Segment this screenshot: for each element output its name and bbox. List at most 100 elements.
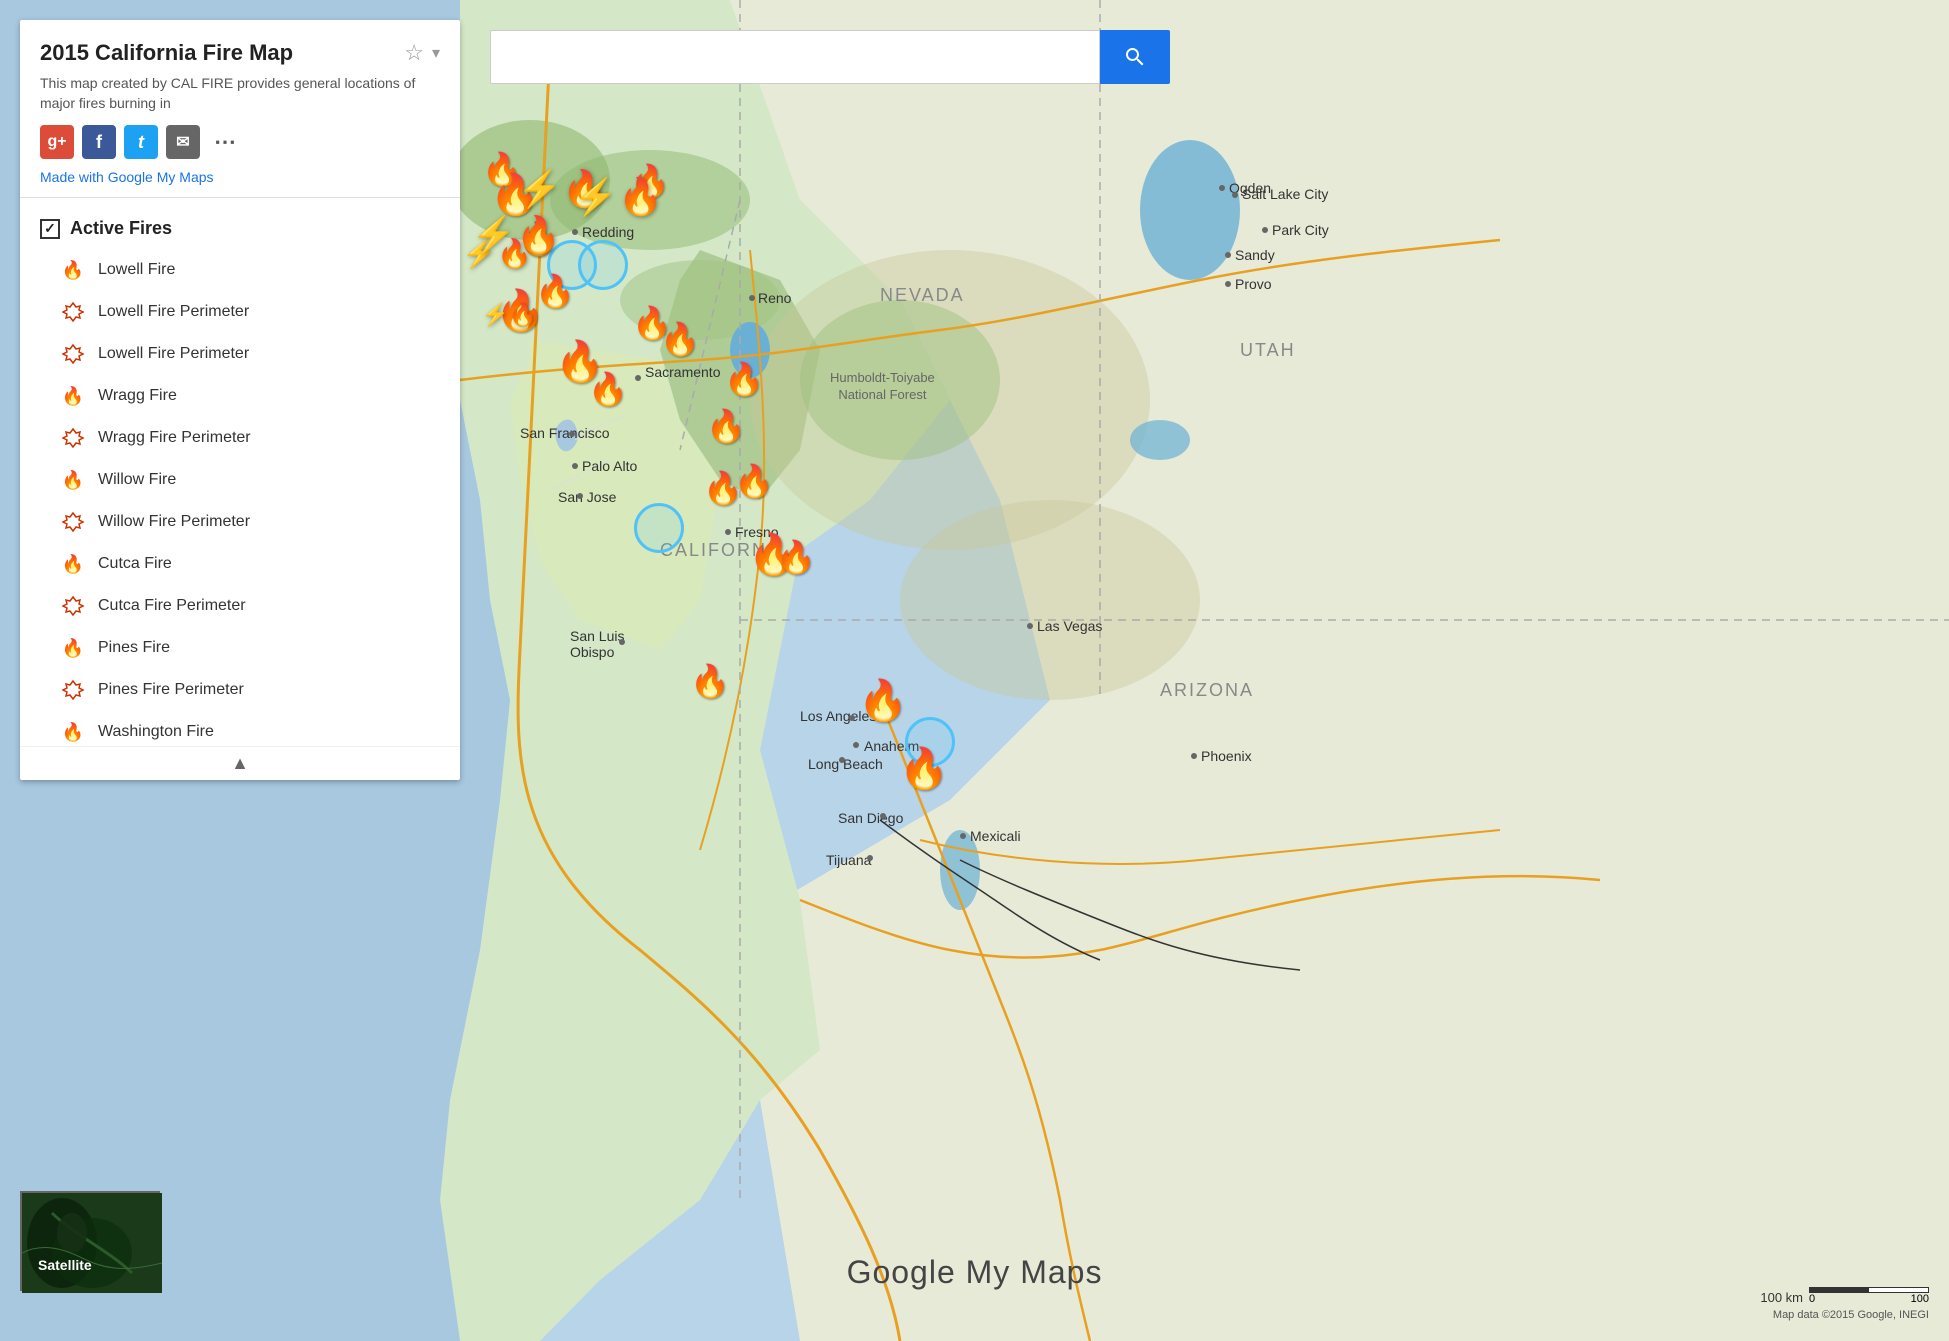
fire-list-item[interactable]: 🔥Pines Fire (20, 627, 460, 669)
email-button[interactable]: ✉ (166, 125, 200, 159)
city-dot-sacramento (635, 375, 641, 381)
search-bar[interactable] (490, 30, 1170, 84)
city-dot-sanjose (577, 493, 583, 499)
made-with-link[interactable]: Made with Google My Maps (40, 169, 440, 187)
city-dot-tijuana (867, 855, 873, 861)
fire-marker-10[interactable]: 🔥 (588, 370, 628, 408)
fire-item-label: Cutca Fire (98, 555, 172, 573)
sidebar: 2015 California Fire Map ☆ ▾ This map cr… (20, 20, 460, 780)
city-label-sf: San Francisco (520, 425, 609, 441)
city-label-sandy: Sandy (1235, 247, 1275, 263)
city-label-phoenix: Phoenix (1201, 748, 1252, 764)
fire-marker-11[interactable]: 🔥 (724, 360, 764, 398)
fire-list-item[interactable]: 🔥Wragg Fire (20, 375, 460, 417)
city-dot-paloalto (572, 463, 578, 469)
city-label-reno: Reno (758, 290, 791, 306)
lightning-marker-4[interactable]: ⚡🔥 (471, 214, 561, 256)
fire-marker-19[interactable]: 🔥 (899, 745, 949, 792)
city-dot-fresno (725, 529, 731, 535)
fire-list-item[interactable]: 🔥Cutca Fire (20, 543, 460, 585)
fire-list-item[interactable]: Willow Fire Perimeter (20, 501, 460, 543)
national-forest-label: Humboldt-ToiyabeNational Forest (830, 370, 935, 404)
star-icon[interactable]: ☆ (404, 40, 424, 66)
active-fires-header[interactable]: ✓ Active Fires (20, 208, 460, 249)
satellite-thumbnail[interactable]: Satellite (20, 1191, 160, 1291)
city-dot-phoenix (1191, 753, 1197, 759)
fire-item-label: Lowell Fire (98, 261, 175, 279)
fire-item-label: Washington Fire (98, 723, 214, 741)
lightning-marker-5[interactable]: ⚡🔥 (482, 302, 537, 328)
fire-item-label: Willow Fire Perimeter (98, 513, 250, 531)
active-fires-checkbox[interactable]: ✓ (40, 219, 60, 239)
fire-item-label: Pines Fire (98, 639, 170, 657)
fire-marker-16[interactable]: 🔥 (776, 538, 816, 576)
fire-marker-14[interactable]: 🔥 (734, 462, 774, 500)
city-label-provo: Provo (1235, 276, 1272, 292)
city-label-slo: San LuisObispo (570, 628, 624, 660)
search-button[interactable] (1100, 30, 1170, 84)
fire-marker-18[interactable]: 🔥 (858, 677, 908, 724)
containment-circle-3 (634, 503, 684, 553)
scale-label: 100 km (1760, 1290, 1803, 1305)
city-label-paloalto: Palo Alto (582, 458, 637, 474)
city-dot-slc (1232, 192, 1238, 198)
sidebar-title-row: 2015 California Fire Map ☆ ▾ (40, 40, 440, 66)
city-dot-redding (572, 229, 578, 235)
city-dot-la (849, 715, 855, 721)
fire-marker-8[interactable]: 🔥 (660, 320, 700, 358)
fire-item-label: Willow Fire (98, 471, 176, 489)
fire-item-label: Pines Fire Perimeter (98, 681, 244, 699)
city-label-redding: Redding (582, 224, 634, 240)
search-input[interactable] (490, 30, 1100, 84)
city-dot-longbeach (839, 757, 845, 763)
fire-list-item[interactable]: Wragg Fire Perimeter (20, 417, 460, 459)
lightning-marker-2[interactable]: ⚡🔥 (573, 176, 663, 218)
city-dot-parkcity (1262, 227, 1268, 233)
sidebar-content[interactable]: ✓ Active Fires 🔥Lowell Fire Lowell Fire … (20, 198, 460, 746)
fire-list-item[interactable]: 🔥Washington Fire (20, 711, 460, 746)
city-label-sanjose: San Jose (558, 489, 616, 505)
city-dot-sf (569, 431, 575, 437)
fire-list-item[interactable]: Lowell Fire Perimeter (20, 333, 460, 375)
scale-bar: 100 km 0 100 Map data ©2015 Google, INEG… (1760, 1287, 1929, 1321)
region-arizona: ARIZONA (1160, 680, 1254, 701)
made-with-label[interactable]: Made with Google My Maps (40, 169, 214, 185)
social-icons: g+ f t ✉ ⋯ (40, 125, 440, 159)
city-dot-ogden (1219, 185, 1225, 191)
fire-item-label: Cutca Fire Perimeter (98, 597, 246, 615)
google-my-maps-watermark: Google My Maps (847, 1254, 1103, 1291)
fire-item-label: Wragg Fire Perimeter (98, 429, 251, 447)
twitter-button[interactable]: t (124, 125, 158, 159)
city-label-longbeach: Long Beach (808, 756, 883, 772)
fire-list-item[interactable]: 🔥Willow Fire (20, 459, 460, 501)
fire-list-item[interactable]: 🔥Lowell Fire (20, 249, 460, 291)
fire-item-label: Lowell Fire Perimeter (98, 303, 249, 321)
fire-marker-12[interactable]: 🔥 (706, 407, 746, 445)
city-dot-provo (1225, 281, 1231, 287)
map-attribution: Map data ©2015 Google, INEGI (1773, 1309, 1929, 1321)
sidebar-header: 2015 California Fire Map ☆ ▾ This map cr… (20, 20, 460, 198)
fire-list-item[interactable]: Pines Fire Perimeter (20, 669, 460, 711)
sidebar-title: 2015 California Fire Map (40, 40, 293, 66)
region-nevada: NEVADA (880, 285, 965, 306)
fire-list-item[interactable]: Cutca Fire Perimeter (20, 585, 460, 627)
city-label-sandiego: San Diego (838, 810, 903, 826)
active-fires-label: Active Fires (70, 218, 172, 239)
sidebar-actions: ☆ ▾ (404, 40, 440, 66)
fire-list-item[interactable]: Lowell Fire Perimeter (20, 291, 460, 333)
facebook-button[interactable]: f (82, 125, 116, 159)
dropdown-icon[interactable]: ▾ (432, 43, 440, 63)
share-button[interactable]: ⋯ (208, 125, 242, 159)
sidebar-description: This map created by CAL FIRE provides ge… (40, 74, 440, 113)
fire-list: 🔥Lowell Fire Lowell Fire Perimeter Lowel… (20, 249, 460, 746)
google-plus-button[interactable]: g+ (40, 125, 74, 159)
city-label-sacramento: Sacramento (645, 364, 720, 380)
containment-circle-2 (578, 240, 628, 290)
city-label-lasvegas: Las Vegas (1037, 618, 1102, 634)
fire-item-label: Wragg Fire (98, 387, 177, 405)
city-dot-anaheim (853, 742, 859, 748)
city-dot-reno (749, 295, 755, 301)
scroll-up-indicator[interactable]: ▲ (20, 746, 460, 780)
fire-item-label: Lowell Fire Perimeter (98, 345, 249, 363)
fire-marker-17[interactable]: 🔥 (690, 662, 730, 700)
